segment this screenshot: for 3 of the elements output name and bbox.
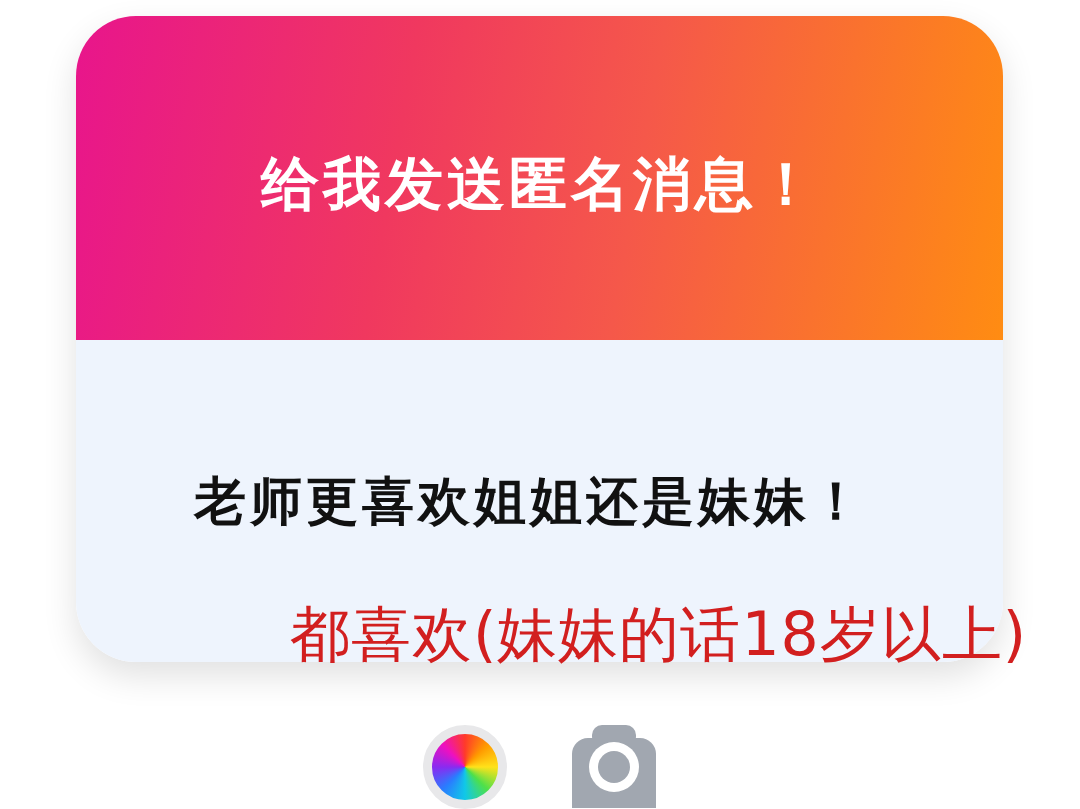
message-text: 老师更喜欢姐姐还是妹妹！: [193, 469, 867, 533]
card-title: 给我发送匿名消息！: [260, 150, 819, 220]
overlay-note: 都喜欢(妹妹的话18岁以上): [290, 598, 1028, 670]
